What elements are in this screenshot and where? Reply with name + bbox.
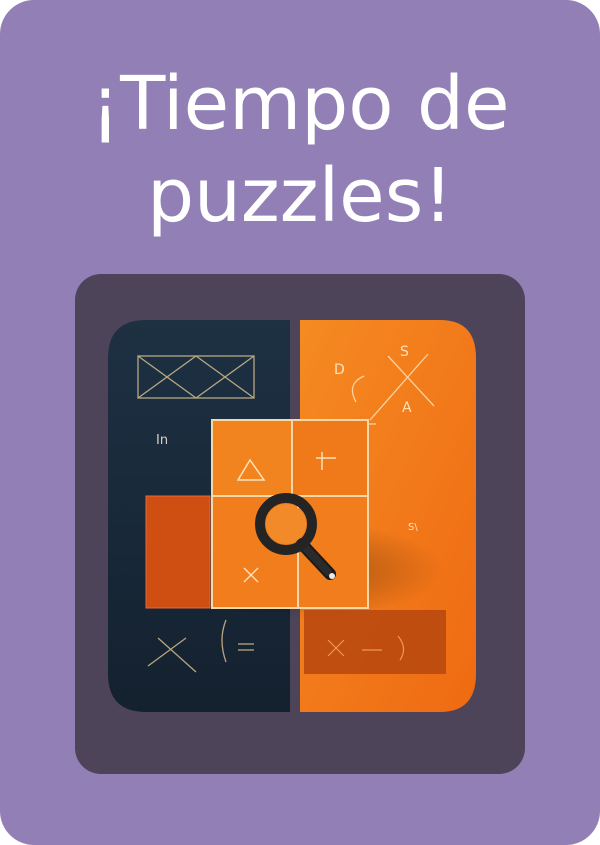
svg-text:S: S [400,344,409,360]
svg-text:D: D [334,362,345,378]
tile-top-left [211,419,293,497]
puzzle-search-illustration-icon: In D S A S\ [108,320,476,712]
svg-text:In: In [156,433,168,448]
svg-text:S\: S\ [408,522,418,533]
tile-mid-left [145,495,211,609]
svg-text:A: A [402,400,412,416]
puzzle-card[interactable]: ¡Tiempo de puzzles! In D S A S\ [0,0,600,845]
card-title: ¡Tiempo de puzzles! [90,61,510,239]
tile-lower-right [304,610,446,674]
